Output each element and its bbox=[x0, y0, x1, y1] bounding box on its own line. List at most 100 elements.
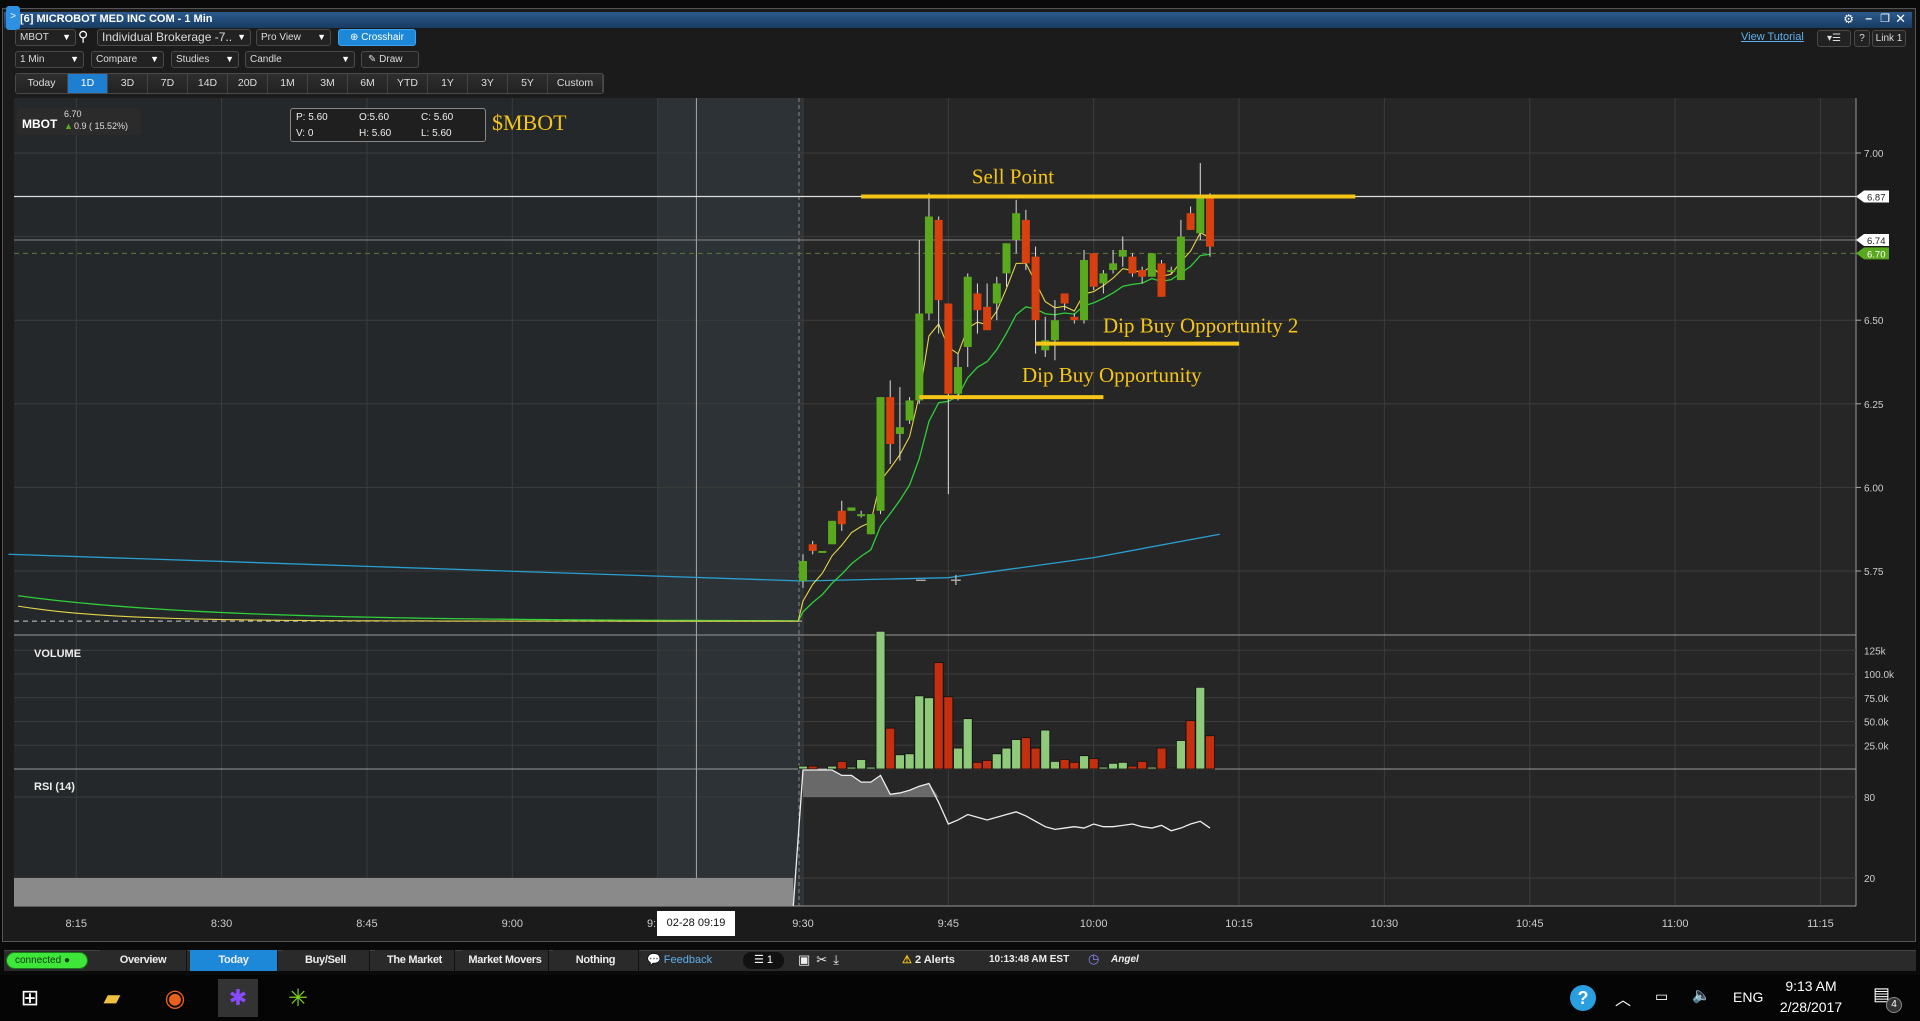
zoom-out-button[interactable]: − bbox=[915, 570, 927, 593]
premarket-highlight bbox=[657, 98, 803, 906]
zoom-in-button[interactable]: + bbox=[950, 570, 962, 593]
download-icon[interactable]: ⤓ bbox=[833, 952, 845, 967]
help-icon[interactable]: ? bbox=[1570, 985, 1596, 1011]
window-title: [6] MICROBOT MED INC COM - 1 Min bbox=[20, 13, 213, 25]
firefox-icon[interactable]: ◉ bbox=[155, 979, 195, 1017]
windows-start-icon[interactable]: ⊞ bbox=[10, 979, 50, 1017]
volume-bar bbox=[991, 753, 1002, 770]
annotation-label: Dip Buy Opportunity bbox=[1022, 363, 1202, 387]
candle-up bbox=[1109, 263, 1118, 271]
gear-icon[interactable]: ⚙ bbox=[1843, 12, 1854, 26]
range-1m[interactable]: 1M bbox=[268, 74, 308, 93]
tools-icons[interactable]: ▣✂⤓ bbox=[798, 952, 845, 968]
app-tab-overview[interactable]: Overview bbox=[100, 950, 187, 971]
app-tab-nothing[interactable]: Nothing bbox=[553, 950, 639, 971]
interval-dropdown[interactable]: 1 Min ▼ bbox=[15, 51, 84, 68]
volume-bar bbox=[914, 695, 925, 770]
restore-icon[interactable]: ❐ bbox=[1880, 12, 1890, 25]
order-queue-button[interactable]: ☰ 1 bbox=[743, 952, 784, 969]
app-tab-buy-sell[interactable]: Buy/Sell bbox=[282, 950, 370, 971]
range-custom[interactable]: Custom bbox=[548, 74, 603, 93]
account-dropdown[interactable]: Individual Brokerage -7.. ▼ bbox=[97, 29, 251, 46]
taskbar-time[interactable]: 9:13 AM bbox=[1780, 978, 1842, 994]
feedback-icon: 💬 bbox=[647, 954, 661, 966]
volume-bar bbox=[1079, 755, 1089, 770]
chevron-down-icon: ▼ bbox=[225, 54, 234, 64]
studies-dropdown[interactable]: Studies ▼ bbox=[171, 51, 239, 68]
time-tick-label: 10:00 bbox=[1080, 918, 1108, 930]
ohlc-c: C: 5.60 bbox=[421, 112, 454, 123]
search-icon[interactable]: ⚲ bbox=[78, 28, 88, 45]
range-1d[interactable]: 1D bbox=[68, 74, 108, 93]
compare-dropdown[interactable]: Compare ▼ bbox=[91, 51, 164, 68]
time-tick-label: 9:30 bbox=[792, 918, 813, 930]
range-3m[interactable]: 3M bbox=[308, 74, 348, 93]
side-tab[interactable]: > bbox=[6, 6, 20, 30]
app-tab-market-movers[interactable]: Market Movers bbox=[462, 950, 549, 971]
price-tick-label: 6.50 bbox=[1864, 316, 1884, 327]
menu-dropdown-button[interactable]: ▾☰ bbox=[1817, 30, 1851, 47]
price-tick-label: 6.00 bbox=[1864, 483, 1884, 494]
premarket-background bbox=[14, 98, 658, 906]
green-app-icon[interactable]: ✳ bbox=[278, 979, 318, 1017]
candle-up bbox=[1002, 243, 1011, 274]
quote-last: 6.70 bbox=[64, 109, 82, 119]
link-button[interactable]: Link 1 bbox=[1872, 30, 1906, 47]
range-1y[interactable]: 1Y bbox=[428, 74, 468, 93]
chevron-up-icon[interactable]: ︿ bbox=[1615, 986, 1631, 1010]
trading-app-icon[interactable]: ✱ bbox=[218, 979, 258, 1017]
volume-bar bbox=[1185, 720, 1196, 770]
range-3y[interactable]: 3Y bbox=[468, 74, 508, 93]
alerts-button[interactable]: ⚠ 2 Alerts bbox=[902, 953, 955, 966]
range-today[interactable]: Today bbox=[16, 74, 68, 93]
volume-bar bbox=[953, 747, 963, 770]
close-icon[interactable]: ✕ bbox=[1895, 11, 1906, 27]
symbol-value: MBOT bbox=[20, 32, 49, 43]
volume-bar bbox=[1127, 765, 1138, 770]
ohlc-v: V: 0 bbox=[296, 128, 314, 139]
user-name: Angel bbox=[1111, 954, 1139, 965]
tools-icon[interactable]: ✂ bbox=[816, 952, 833, 967]
candle-up bbox=[924, 216, 933, 314]
taskbar-date[interactable]: 2/28/2017 bbox=[1776, 999, 1846, 1015]
time-tick-label: 9:00 bbox=[502, 918, 523, 930]
range-6m[interactable]: 6M bbox=[348, 74, 388, 93]
file-explorer-icon[interactable]: ▰ bbox=[92, 979, 132, 1017]
help-button[interactable]: ? bbox=[1854, 30, 1870, 47]
view-dropdown[interactable]: Pro View ▼ bbox=[256, 29, 331, 46]
app-tab-today[interactable]: Today bbox=[190, 950, 278, 971]
chevron-down-icon: ▼ bbox=[62, 32, 71, 42]
volume-bar bbox=[856, 759, 867, 770]
symbol-dropdown[interactable]: MBOT ▼ bbox=[15, 29, 76, 46]
minimize-icon[interactable]: – bbox=[1865, 11, 1872, 25]
range-ytd[interactable]: YTD bbox=[388, 74, 428, 93]
range-7d[interactable]: 7D bbox=[148, 74, 188, 93]
connection-status: connected ● bbox=[6, 952, 88, 969]
ohlc-box: P: 5.60 O:5.60 C: 5.60 V: 0 H: 5.60 L: 5… bbox=[290, 108, 486, 142]
volume-icon[interactable]: 🔈 bbox=[1692, 986, 1711, 1004]
range-5y[interactable]: 5Y bbox=[508, 74, 548, 93]
candle-down bbox=[1031, 256, 1040, 321]
range-14d[interactable]: 14D bbox=[188, 74, 228, 93]
volume-bar bbox=[972, 761, 983, 770]
battery-icon[interactable]: ▭ bbox=[1655, 988, 1668, 1005]
language-indicator[interactable]: ENG bbox=[1733, 989, 1763, 1005]
connection-icon: ● bbox=[63, 955, 70, 966]
volume-bar bbox=[1156, 747, 1167, 770]
draw-button[interactable]: ✎ Draw bbox=[361, 51, 419, 68]
crosshair-label: Crosshair bbox=[361, 32, 404, 43]
view-tutorial-link[interactable]: View Tutorial bbox=[1741, 31, 1804, 43]
crosshair-button[interactable]: ⊕ Crosshair bbox=[338, 29, 416, 46]
range-3d[interactable]: 3D bbox=[108, 74, 148, 93]
range-20d[interactable]: 20D bbox=[228, 74, 268, 93]
price-chart[interactable]: 8:158:308:459:009:159:309:4510:0010:1510… bbox=[0, 96, 1920, 946]
candle-down bbox=[973, 293, 982, 311]
calculator-icon[interactable]: ▣ bbox=[798, 952, 816, 967]
chart-type-value: Candle bbox=[250, 54, 282, 65]
feedback-button[interactable]: 💬 Feedback bbox=[647, 953, 712, 966]
app-tab-the-market[interactable]: The Market bbox=[375, 950, 455, 971]
volume-bar bbox=[1069, 761, 1080, 770]
ohlc-p: P: 5.60 bbox=[296, 112, 328, 123]
chart-type-dropdown[interactable]: Candle ▼ bbox=[245, 51, 355, 68]
interval-value: 1 Min bbox=[20, 54, 45, 65]
